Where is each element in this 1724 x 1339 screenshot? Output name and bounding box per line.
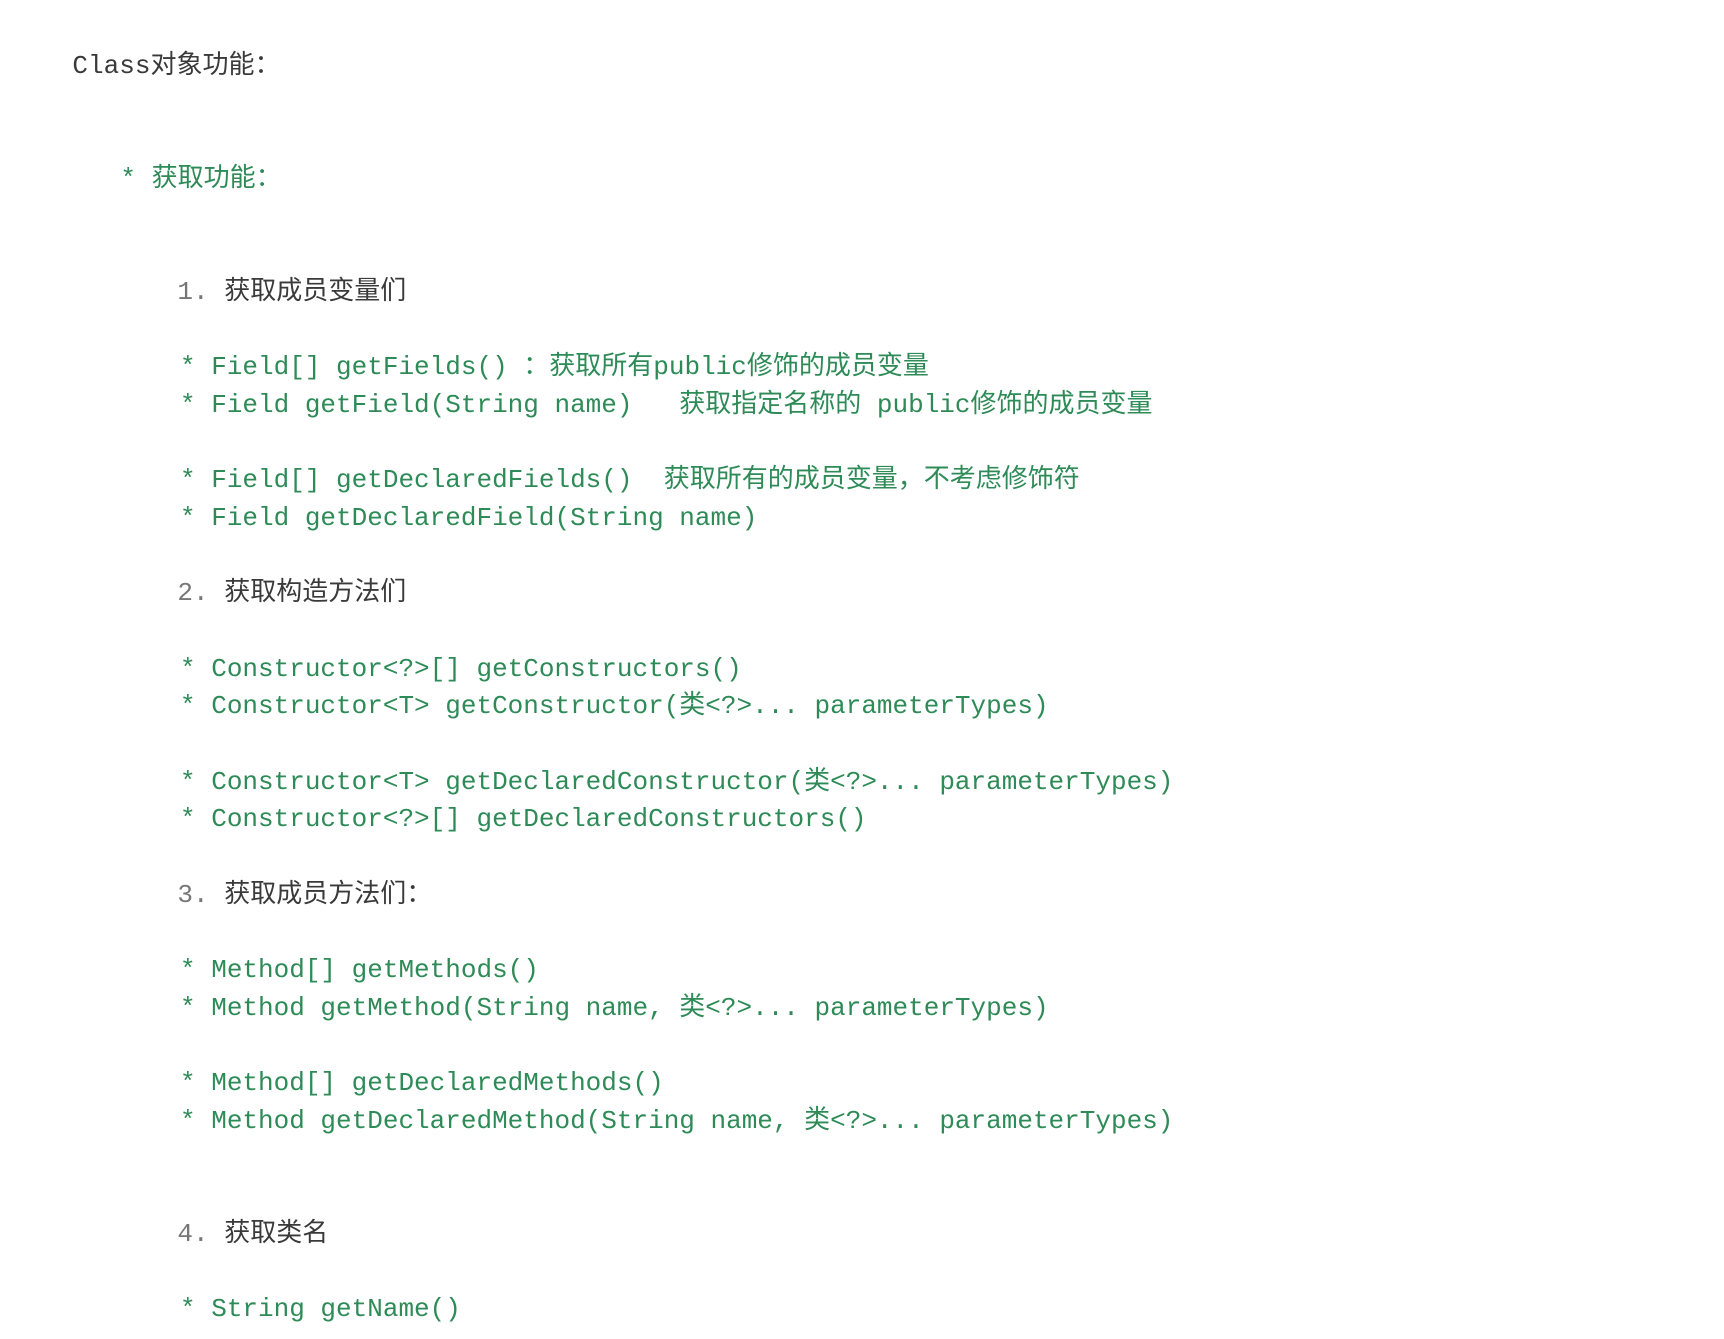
api-text: Method getDeclaredMethod(String name, 类<… (211, 1106, 1173, 1136)
bullet: * (180, 390, 211, 420)
section-2-item: * Constructor<?>[] getConstructors() (10, 651, 1714, 689)
section-1-item: * Field[] getFields() ：获取所有public修饰的成员变量 (10, 349, 1714, 387)
bullet: * (180, 955, 211, 985)
title-rest: 对象功能： (150, 51, 280, 81)
section-3-item: * Method getDeclaredMethod(String name, … (10, 1103, 1714, 1141)
section-3-item: * Method[] getDeclaredMethods() (10, 1065, 1714, 1103)
blank (10, 1141, 1714, 1179)
api-text: Constructor<T> getConstructor(类<?>... pa… (211, 691, 1048, 721)
blank (10, 726, 1714, 764)
bullet: * (180, 654, 211, 684)
api-text: Method getMethod(String name, 类<?>... pa… (211, 993, 1048, 1023)
bullet: * (180, 804, 211, 834)
bullet: * (180, 1106, 211, 1136)
api-text: Constructor<T> getDeclaredConstructor(类<… (211, 767, 1173, 797)
document-root: Class对象功能： * 获取功能： 1. 获取成员变量们 * Field[] … (10, 10, 1714, 1329)
section-2-header: 2. 获取构造方法们 (10, 538, 1714, 651)
bullet: * (180, 1068, 211, 1098)
api-text: Field[] getDeclaredFields() 获取所有的成员变量，不考… (211, 465, 1079, 495)
bullet: * (180, 503, 211, 533)
section-number: 3. (177, 880, 224, 910)
bullet: * (180, 767, 211, 797)
section-4-item: * String getName() (10, 1291, 1714, 1329)
api-text: Method[] getDeclaredMethods() (211, 1068, 663, 1098)
blank (10, 425, 1714, 463)
section-title: 获取成员方法们： (224, 880, 432, 910)
api-text: Field getDeclaredField(String name) (211, 503, 757, 533)
bullet: * (120, 164, 151, 194)
section-2-item: * Constructor<?>[] getDeclaredConstructo… (10, 801, 1714, 839)
bullet: * (180, 993, 211, 1023)
get-header: * 获取功能： (10, 123, 1714, 236)
api-text: Constructor<?>[] getConstructors() (211, 654, 742, 684)
get-header-text: 获取功能： (152, 164, 282, 194)
section-2-item: * Constructor<T> getDeclaredConstructor(… (10, 764, 1714, 802)
section-1-header: 1. 获取成员变量们 (10, 236, 1714, 349)
section-1-item: * Field[] getDeclaredFields() 获取所有的成员变量，… (10, 462, 1714, 500)
section-number: 1. (177, 277, 224, 307)
api-text: Field getField(String name) 获取指定名称的 publ… (211, 390, 1152, 420)
section-4-header: 4. 获取类名 (10, 1178, 1714, 1291)
title-line: Class对象功能： (10, 10, 1714, 123)
section-title: 获取成员变量们 (224, 277, 406, 307)
section-1-item: * Field getField(String name) 获取指定名称的 pu… (10, 387, 1714, 425)
bullet: * (180, 1294, 211, 1324)
bullet: * (180, 465, 211, 495)
section-3-item: * Method getMethod(String name, 类<?>... … (10, 990, 1714, 1028)
api-text: Constructor<?>[] getDeclaredConstructors… (211, 804, 866, 834)
section-3-header: 3. 获取成员方法们： (10, 839, 1714, 952)
section-2-item: * Constructor<T> getConstructor(类<?>... … (10, 688, 1714, 726)
bullet: * (180, 352, 211, 382)
bullet: * (180, 691, 211, 721)
blank (10, 1028, 1714, 1066)
section-number: 4. (177, 1219, 224, 1249)
api-text: String getName() (211, 1294, 461, 1324)
section-1-item: * Field getDeclaredField(String name) (10, 500, 1714, 538)
title-class: Class (72, 51, 150, 81)
section-number: 2. (177, 578, 224, 608)
api-text: Method[] getMethods() (211, 955, 539, 985)
section-title: 获取类名 (224, 1219, 328, 1249)
api-text: Field[] getFields() ：获取所有public修饰的成员变量 (211, 352, 929, 382)
section-3-item: * Method[] getMethods() (10, 952, 1714, 990)
section-title: 获取构造方法们 (224, 578, 406, 608)
